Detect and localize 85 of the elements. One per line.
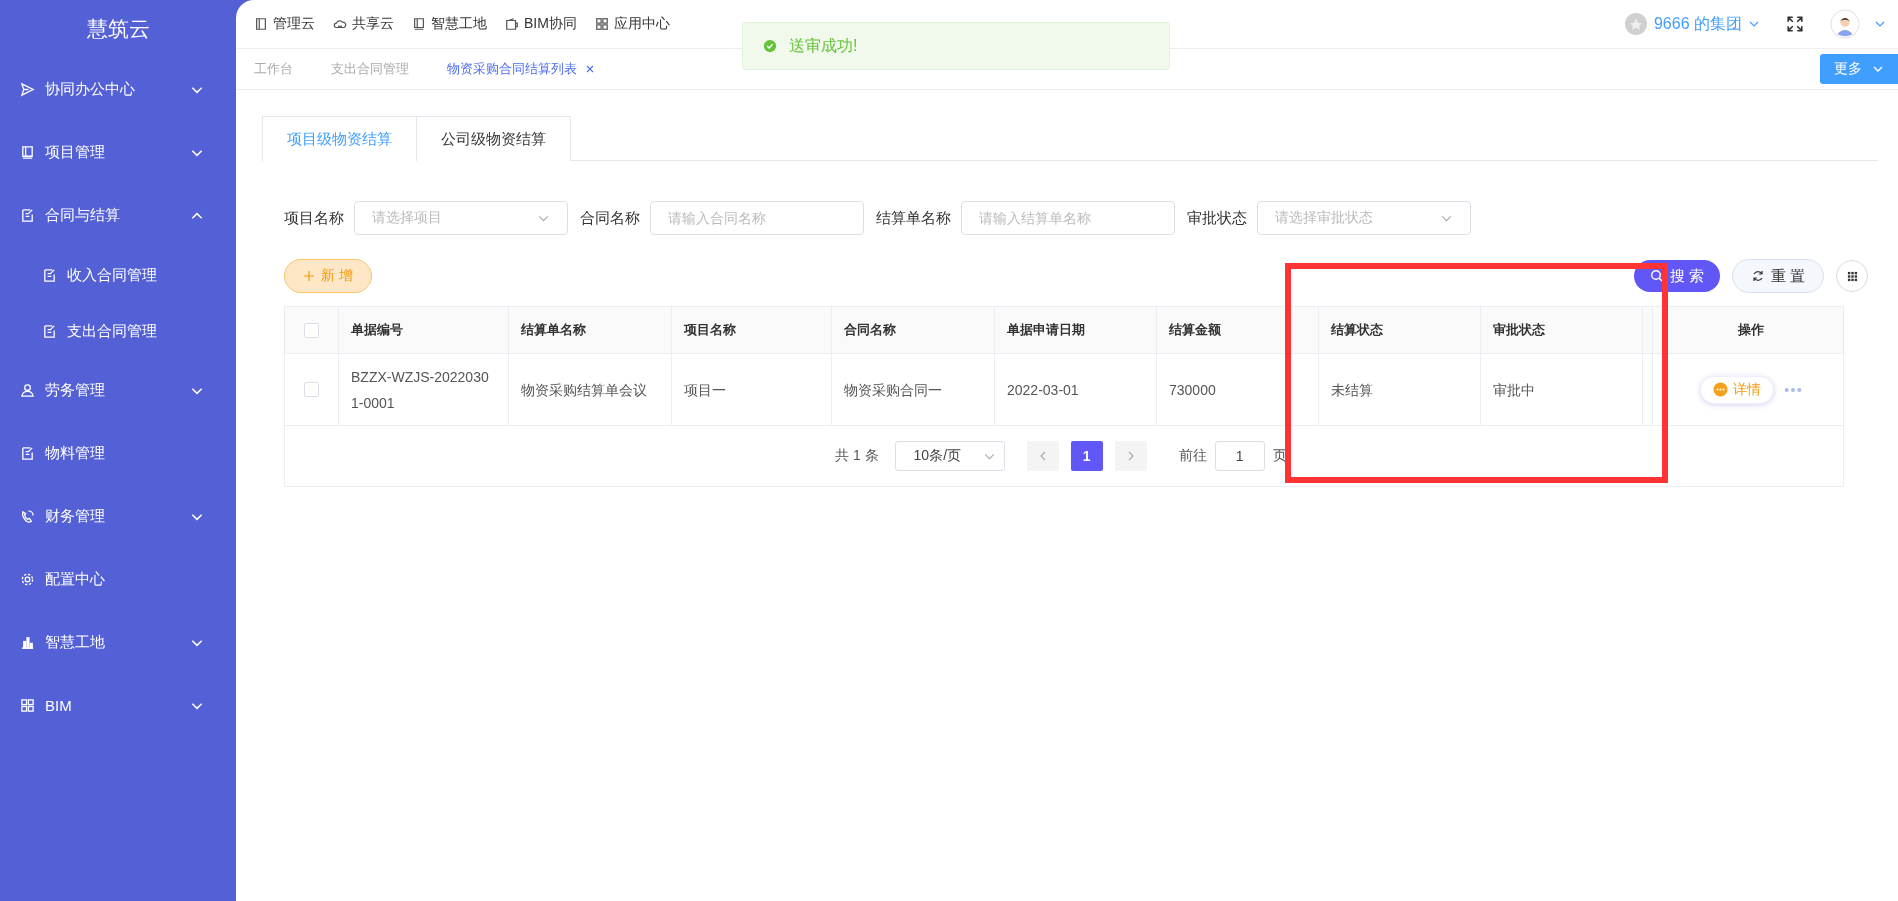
edit-icon: [20, 446, 35, 461]
table-cell-text: 项目一: [684, 380, 726, 400]
edit-icon: [20, 208, 35, 223]
column-header: 合同名称: [844, 321, 896, 339]
table-cell-text: 未结算: [1331, 380, 1373, 400]
sidebar-subitem[interactable]: 支出合同管理: [0, 303, 236, 359]
top-nav-link[interactable]: BIM协同: [505, 15, 577, 33]
grid-icon: [1846, 270, 1858, 282]
table-cell-text: 730000: [1169, 380, 1216, 400]
table-cell-text: BZZX-WZJS-20220301-0001: [351, 367, 490, 413]
grid-icon: [20, 698, 35, 713]
page-tab[interactable]: 物资采购合同结算列表: [447, 60, 595, 78]
org-switcher[interactable]: 9666 的集团: [1623, 12, 1760, 36]
search-icon: [1649, 269, 1664, 283]
refresh-icon: [1750, 269, 1765, 283]
sidebar-item[interactable]: 协同办公中心: [0, 58, 236, 121]
book-icon: [412, 17, 426, 31]
sidebar-item[interactable]: 劳务管理: [0, 359, 236, 422]
sidebar-item[interactable]: 智慧工地: [0, 611, 236, 674]
user-icon: [20, 383, 35, 398]
cloud-icon: [333, 17, 347, 31]
field-label: 项目名称: [284, 208, 344, 228]
field-label: 审批状态: [1187, 208, 1247, 228]
avatar-icon[interactable]: [1830, 9, 1860, 39]
ellipsis-icon[interactable]: [1784, 386, 1802, 393]
sidebar-item[interactable]: 物料管理: [0, 422, 236, 485]
tab[interactable]: 项目级物资结算: [262, 116, 417, 161]
input-field[interactable]: 请输入结算单名称: [961, 201, 1175, 235]
bar-chart-icon: [20, 635, 35, 650]
sidebar-item[interactable]: 项目管理: [0, 121, 236, 184]
next-page-button[interactable]: [1114, 441, 1147, 471]
more-icon: [1713, 382, 1728, 397]
sidebar-subitem[interactable]: 收入合同管理: [0, 247, 236, 303]
column-header: 单据申请日期: [1007, 321, 1085, 339]
column-settings-button[interactable]: [1836, 260, 1868, 292]
table-cell-text: 物资采购结算单会议: [521, 380, 647, 400]
fullscreen-icon[interactable]: [1786, 15, 1804, 33]
send-icon: [20, 82, 35, 97]
column-header: 操作: [1738, 321, 1764, 339]
settings-icon: [20, 572, 35, 587]
check-circle-icon: [763, 39, 777, 53]
checkbox[interactable]: [304, 382, 319, 397]
table-cell-text: 审批中: [1493, 380, 1535, 400]
input-field[interactable]: 请输入合同名称: [650, 201, 864, 235]
column-header: 结算单名称: [521, 321, 586, 339]
field-label: 结算单名称: [876, 208, 951, 228]
panel-icon: [254, 17, 268, 31]
grid-icon: [594, 17, 609, 31]
sidebar-item[interactable]: 财务管理: [0, 485, 236, 548]
toast-message: 送审成功!: [789, 35, 858, 56]
page-button[interactable]: 1: [1070, 441, 1103, 471]
column-header: 项目名称: [684, 321, 736, 339]
top-nav-link[interactable]: 应用中心: [594, 15, 670, 33]
column-header: 审批状态: [1493, 321, 1545, 339]
field-label: 合同名称: [580, 208, 640, 228]
column-header: 结算金额: [1169, 321, 1221, 339]
previous-page-button[interactable]: [1026, 441, 1059, 471]
sidebar-item[interactable]: 配置中心: [0, 548, 236, 611]
top-nav-link[interactable]: 共享云: [333, 15, 394, 33]
goto-label: 前往: [1178, 447, 1207, 465]
table-cell-text: 2022-03-01: [1007, 380, 1079, 400]
sidebar-item[interactable]: BIM: [0, 674, 236, 737]
column-header: 结算状态: [1331, 321, 1383, 339]
page-suffix: 页: [1272, 447, 1287, 465]
close-icon[interactable]: [585, 64, 595, 74]
sidebar-item[interactable]: 合同与结算: [0, 184, 236, 247]
app-logo-text: 慧筑云: [85, 16, 151, 42]
more-button[interactable]: 更多: [1820, 54, 1898, 84]
checkbox[interactable]: [304, 322, 319, 338]
edit-icon: [42, 323, 57, 339]
book-icon: [20, 145, 35, 160]
top-nav-link[interactable]: 智慧工地: [412, 15, 487, 33]
top-nav-link[interactable]: 管理云: [254, 15, 315, 33]
plus-icon: [303, 270, 315, 282]
page-size-select[interactable]: 10条/页: [894, 441, 1005, 471]
reset-button[interactable]: 重 置: [1731, 259, 1824, 293]
phone-icon: [20, 509, 35, 524]
wallet-icon: [505, 17, 519, 31]
tab[interactable]: 公司级物资结算: [417, 116, 571, 161]
edit-icon: [42, 267, 57, 283]
table-cell-text: 物资采购合同一: [844, 380, 942, 400]
total-count: 共 1 条: [835, 447, 879, 465]
column-header: 单据编号: [351, 321, 403, 339]
org-badge-icon: [1623, 12, 1648, 36]
page-input[interactable]: 1: [1214, 441, 1265, 471]
